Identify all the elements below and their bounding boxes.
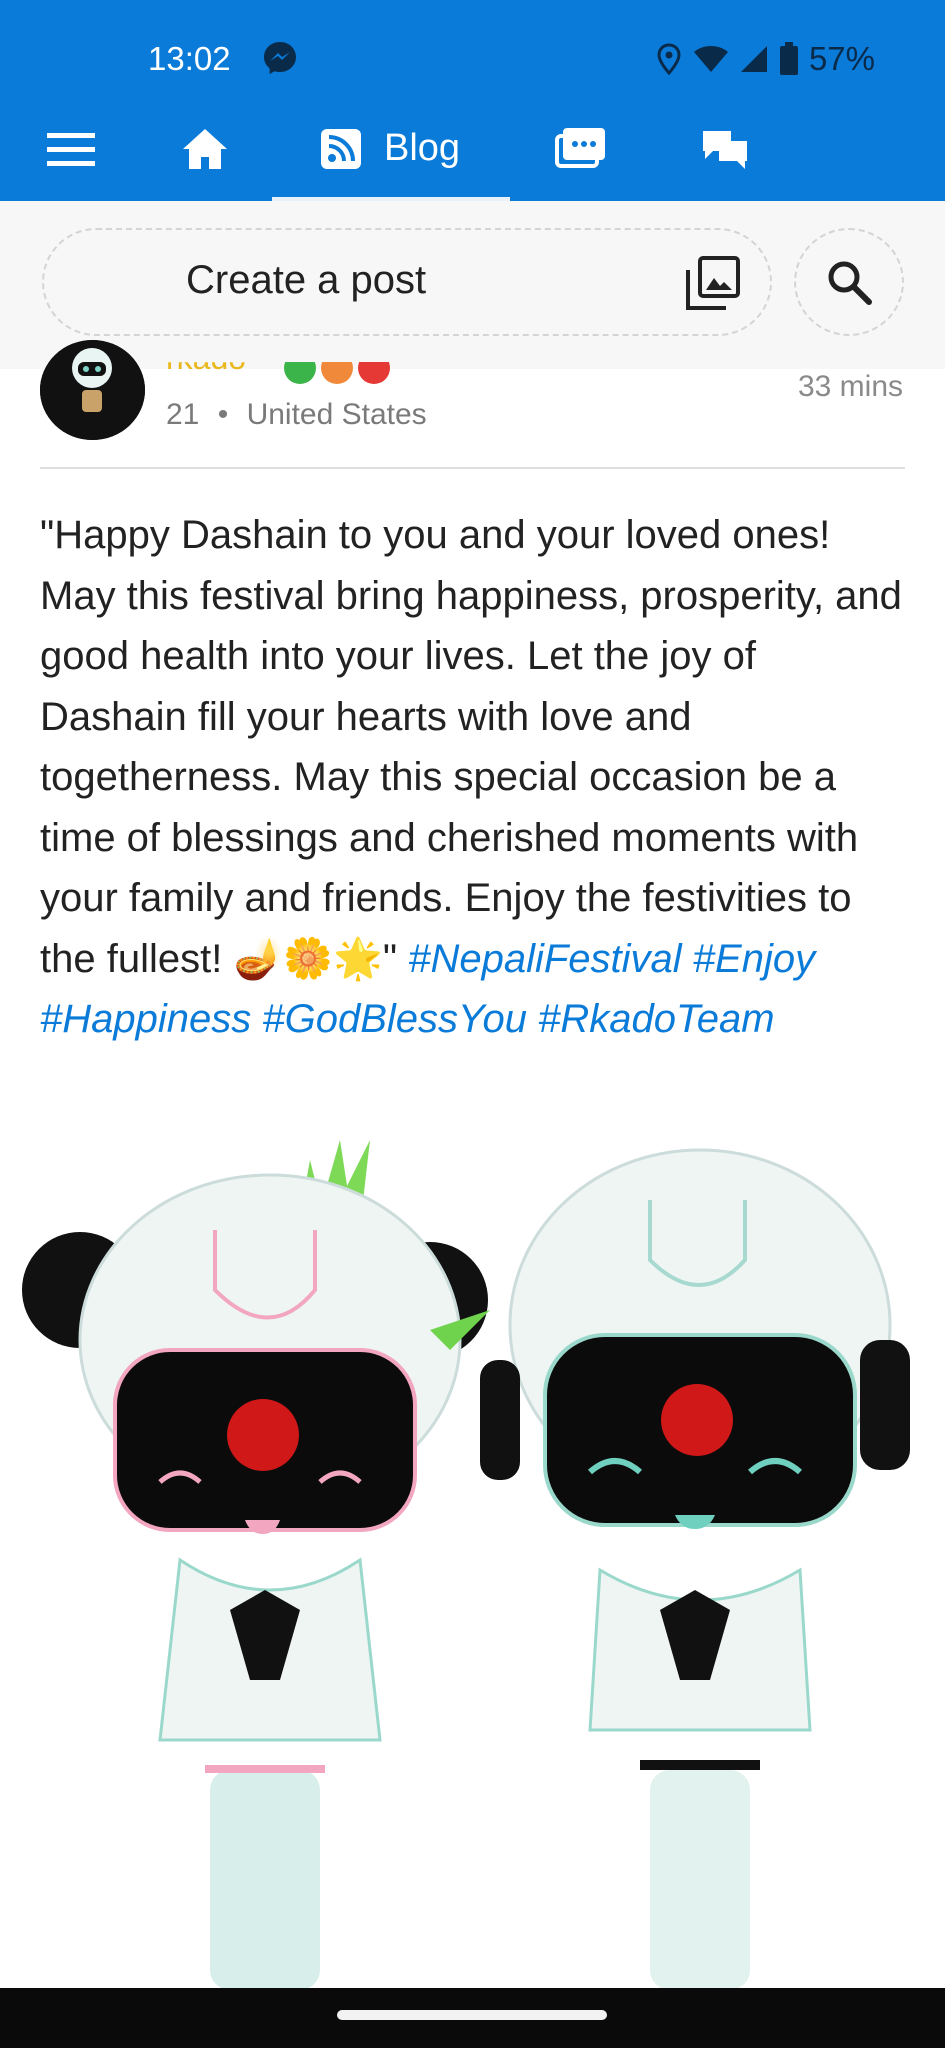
battery-percent: 57% — [808, 40, 875, 77]
author-location: United States — [246, 398, 427, 431]
post-time: 33 mins — [797, 370, 903, 403]
top-nav: Blog — [0, 96, 945, 201]
image-gallery-icon[interactable] — [686, 256, 740, 310]
home-tab[interactable] — [170, 96, 240, 201]
chat-tab[interactable] — [690, 96, 760, 201]
blog-icon — [320, 128, 361, 169]
robot-avatar-icon — [40, 340, 145, 440]
location-icon — [657, 43, 681, 75]
meta-separator: • — [217, 398, 229, 431]
gallery-chat-icon — [555, 127, 605, 168]
create-post-placeholder[interactable]: Create a post — [186, 258, 426, 303]
post-divider — [40, 467, 905, 469]
menu-button[interactable] — [36, 96, 106, 201]
blog-tab[interactable]: Blog — [300, 96, 480, 201]
blog-tab-label: Blog — [383, 127, 461, 169]
search-button[interactable] — [794, 228, 904, 336]
app-bar: 13:02 57% Blog — [0, 0, 945, 201]
post-body: "Happy Dashain to you and your loved one… — [40, 505, 910, 1050]
status-time: 13:02 — [148, 40, 231, 77]
post-text: "Happy Dashain to you and your loved one… — [40, 513, 902, 981]
gallery-chat-tab[interactable] — [546, 96, 616, 201]
chat-icon — [703, 130, 747, 169]
user-badges — [284, 362, 390, 384]
wifi-icon — [693, 46, 728, 72]
search-icon — [828, 261, 872, 305]
robot-left-illustration — [22, 1140, 488, 1990]
status-bar: 13:02 57% — [0, 40, 945, 84]
author-meta: 21 • United States — [166, 398, 427, 432]
home-icon — [183, 128, 227, 169]
menu-icon — [47, 132, 95, 166]
post-emoji: 🪔🌼🌟" — [233, 936, 398, 981]
home-gesture-handle[interactable] — [337, 2010, 607, 2020]
signal-icon — [740, 46, 767, 72]
messenger-icon — [264, 42, 296, 74]
system-nav-bar — [0, 1988, 945, 2048]
robot-right-illustration — [430, 1148, 910, 1990]
battery-icon — [779, 42, 798, 75]
post-image[interactable] — [0, 1120, 945, 1990]
author-age: 21 — [166, 398, 200, 431]
author-avatar[interactable] — [40, 340, 145, 440]
status-right: 57% — [655, 40, 875, 78]
